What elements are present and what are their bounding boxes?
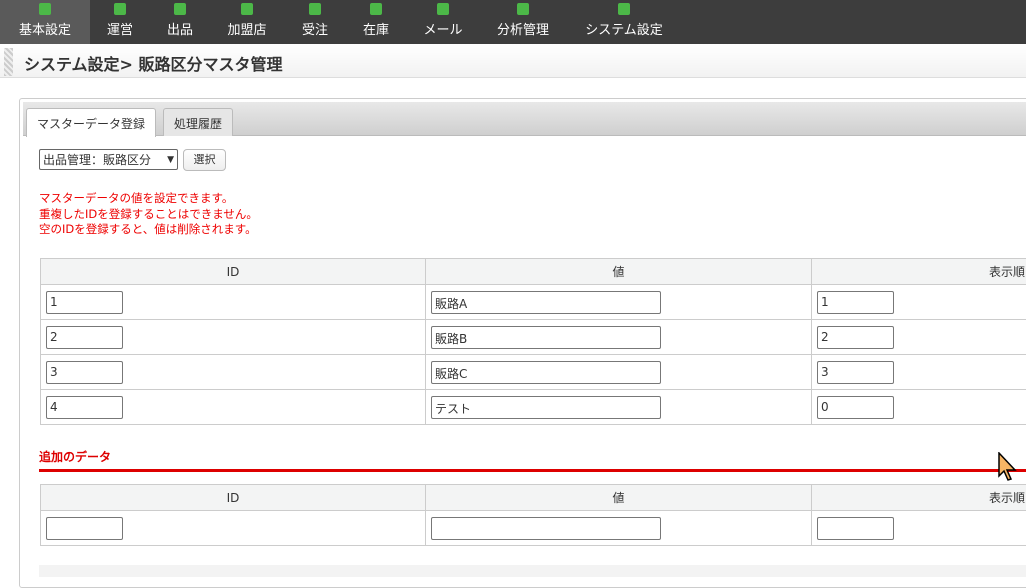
order-input[interactable]: 3 [817, 361, 894, 384]
column-header-id: ID [41, 259, 426, 285]
column-header-id: ID [41, 485, 426, 511]
id-input[interactable]: 1 [46, 291, 123, 314]
nav-icon [241, 3, 253, 15]
nav-label: 出品 [167, 19, 193, 38]
id-input[interactable]: 2 [46, 326, 123, 349]
new-order-input[interactable] [817, 517, 894, 540]
nav-item[interactable]: 分析管理 [480, 0, 566, 44]
nav-icon [517, 3, 529, 15]
id-input[interactable]: 4 [46, 396, 123, 419]
breadcrumb-stripe [4, 48, 13, 76]
nav-icon [174, 3, 186, 15]
note-line: 重複したIDを登録することはできません。 [39, 207, 258, 223]
nav-label: 受注 [302, 19, 328, 38]
value-input[interactable]: 販路A [431, 291, 661, 314]
nav-item[interactable]: 受注 [284, 0, 346, 44]
column-header-order: 表示順 [812, 485, 1026, 511]
order-input[interactable]: 2 [817, 326, 894, 349]
table-row: 2 販路B 2 [41, 320, 1026, 355]
new-value-input[interactable] [431, 517, 661, 540]
column-header-value: 値 [426, 485, 812, 511]
order-input[interactable]: 0 [817, 396, 894, 419]
note-line: マスターデータの値を設定できます。 [39, 191, 258, 207]
nav-label: システム設定 [585, 19, 663, 38]
tab-master-data[interactable]: マスターデータ登録 [26, 108, 156, 137]
nav-label: 基本設定 [19, 19, 71, 38]
column-header-order: 表示順 [812, 259, 1026, 285]
select-button[interactable]: 選択 [183, 149, 226, 171]
table-row [41, 511, 1026, 546]
nav-label: 在庫 [363, 19, 389, 38]
mouse-cursor-icon [998, 452, 1018, 482]
page-title: システム設定> 販路区分マスタ管理 [24, 51, 283, 75]
notes: マスターデータの値を設定できます。 重複したIDを登録することはできません。 空… [39, 191, 258, 238]
nav-label: 運営 [107, 19, 133, 38]
new-id-input[interactable] [46, 517, 123, 540]
nav-item[interactable]: メール [406, 0, 480, 44]
divider [39, 469, 1026, 472]
column-header-value: 値 [426, 259, 812, 285]
order-input[interactable]: 1 [817, 291, 894, 314]
breadcrumb-bar: システム設定> 販路区分マスタ管理 [0, 44, 1026, 78]
master-select[interactable]: 出品管理：販路区分 ▼ [39, 149, 178, 170]
nav-item[interactable]: 基本設定 [0, 0, 90, 44]
nav-label: メール [423, 19, 462, 38]
nav-item[interactable]: システム設定 [566, 0, 682, 44]
top-nav: 基本設定 運営 出品 加盟店 受注 在庫 メール 分析管理 システム設定 [0, 0, 1026, 44]
nav-item[interactable]: 出品 [150, 0, 210, 44]
nav-icon [309, 3, 321, 15]
value-input[interactable]: テスト [431, 396, 661, 419]
nav-icon [114, 3, 126, 15]
add-section-title: 追加のデータ [39, 448, 111, 465]
add-table: ID 値 表示順 [40, 484, 1026, 546]
nav-item[interactable]: 運営 [90, 0, 150, 44]
table-row: 4 テスト 0 [41, 390, 1026, 425]
tab-history[interactable]: 処理履歴 [163, 108, 233, 136]
id-input[interactable]: 3 [46, 361, 123, 384]
chevron-down-icon: ▼ [167, 155, 174, 165]
table-row: 3 販路C 3 [41, 355, 1026, 390]
nav-icon [370, 3, 382, 15]
footer-bar [39, 565, 1026, 577]
nav-icon [39, 3, 51, 15]
tab-bar: マスターデータ登録 処理履歴 [23, 102, 1026, 136]
nav-label: 加盟店 [227, 19, 266, 38]
table-row: 1 販路A 1 [41, 285, 1026, 320]
value-input[interactable]: 販路B [431, 326, 661, 349]
nav-label: 分析管理 [497, 19, 549, 38]
nav-item[interactable]: 加盟店 [210, 0, 284, 44]
nav-icon [437, 3, 449, 15]
master-table: ID 値 表示順 1 販路A 1 2 販路B 2 3 販路C 3 4 テスト 0 [40, 258, 1026, 425]
master-select-value: 出品管理：販路区分 [43, 151, 151, 168]
nav-item[interactable]: 在庫 [346, 0, 406, 44]
value-input[interactable]: 販路C [431, 361, 661, 384]
note-line: 空のIDを登録すると、値は削除されます。 [39, 222, 258, 238]
nav-icon [618, 3, 630, 15]
